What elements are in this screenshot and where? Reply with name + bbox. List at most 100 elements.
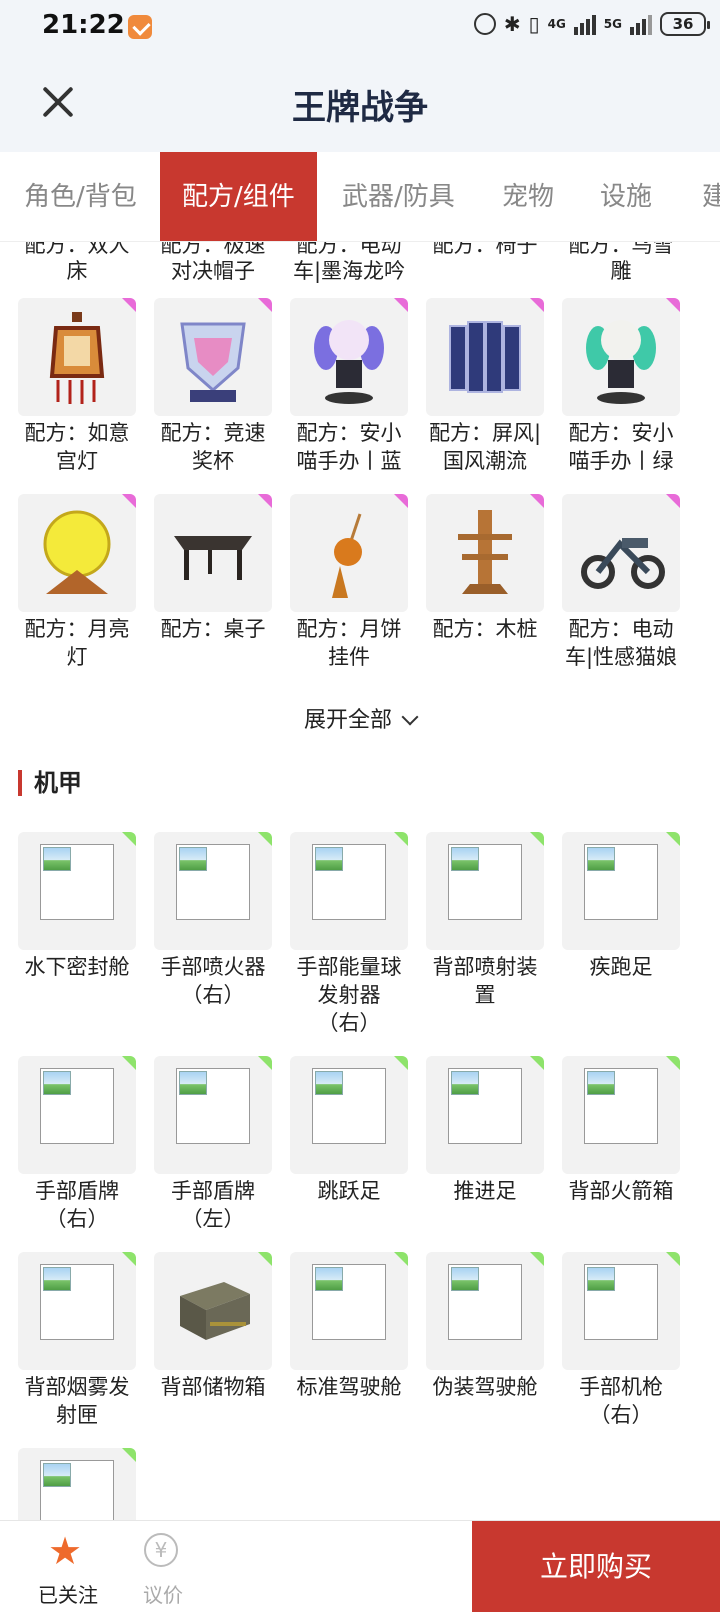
item-label: 背部储物箱 — [160, 1375, 266, 1399]
rarity-corner — [666, 298, 680, 312]
item-label: 配方：如意 — [24, 421, 130, 445]
item-label: 配方：竞速 — [160, 421, 266, 445]
rarity-corner — [530, 494, 544, 508]
screen-icon — [426, 298, 544, 416]
rarity-corner — [530, 1056, 544, 1070]
item-label: 手部能量球 — [296, 955, 402, 979]
follow-label: 已关注 — [38, 1583, 98, 1607]
item-label: 水下密封舱 — [24, 955, 130, 979]
item-label: 配方：木桩 — [432, 617, 538, 641]
item-label: 国风潮流 — [443, 449, 527, 473]
moon-lamp-icon — [18, 494, 136, 612]
app-notification-icon — [128, 15, 152, 39]
item-label: 疾跑足 — [589, 955, 653, 979]
rarity-corner — [530, 298, 544, 312]
signal-icon — [573, 13, 596, 35]
item-label: 奖杯 — [192, 449, 234, 473]
bluetooth-icon: ✱ — [503, 12, 521, 36]
expand-all-button[interactable]: 展开全部 — [0, 702, 720, 734]
rarity-corner — [258, 1252, 272, 1266]
wooden-dummy-icon — [426, 494, 544, 612]
table-icon — [154, 494, 272, 612]
category-tabs: 角色/背包 配方/组件 武器/防具 宠物 设施 建 — [0, 152, 720, 242]
bottom-action-bar: ★ 已关注 ¥ 议价 立即购买 — [0, 1520, 720, 1612]
item-label: 手部机枪 — [579, 1375, 663, 1399]
item-label: 配方：椅子 — [432, 242, 538, 257]
rarity-corner — [394, 298, 408, 312]
rarity-corner — [122, 298, 136, 312]
buy-now-button[interactable]: 立即购买 — [472, 1521, 720, 1612]
bargain-button[interactable]: ¥ 议价 — [128, 1529, 198, 1609]
item-label: 配方：屏风| — [428, 421, 542, 445]
rarity-corner — [394, 494, 408, 508]
rarity-corner — [666, 832, 680, 846]
item-label: 灯 — [66, 645, 88, 669]
tab-weapons-armor[interactable]: 武器/防具 — [342, 152, 455, 241]
broken-image-icon — [562, 832, 680, 950]
rarity-corner — [394, 1252, 408, 1266]
motorbike-icon — [562, 494, 680, 612]
broken-image-icon — [290, 832, 408, 950]
item-label: 手部盾牌 — [171, 1179, 255, 1203]
lantern-icon — [18, 298, 136, 416]
page-title: 王牌战争 — [292, 88, 428, 128]
yen-icon: ¥ — [144, 1533, 178, 1567]
broken-image-icon — [426, 1056, 544, 1174]
rarity-corner — [258, 298, 272, 312]
figure-green-icon — [562, 298, 680, 416]
tab-building[interactable]: 建 — [702, 152, 720, 241]
broken-image-icon — [562, 1252, 680, 1370]
broken-image-icon — [18, 1056, 136, 1174]
item-label: 置 — [474, 983, 496, 1007]
alarm-icon — [473, 13, 496, 35]
rarity-corner — [394, 832, 408, 846]
item-label: 配方：安小 — [568, 421, 674, 445]
network-5g-label: 5G — [603, 17, 622, 31]
vibrate-icon: ▯ — [528, 12, 540, 36]
tab-facilities[interactable]: 设施 — [600, 152, 652, 241]
item-label: 背部喷射装 — [432, 955, 538, 979]
status-bar: 21:22 ✱ ▯ 4G 5G 36 — [0, 0, 720, 52]
item-label: 配方：桌子 — [160, 617, 266, 641]
broken-image-icon — [426, 832, 544, 950]
broken-image-icon — [290, 1056, 408, 1174]
item-label: 喵手办丨蓝 — [296, 449, 402, 473]
item-label: 床 — [66, 259, 88, 283]
tab-character-bag[interactable]: 角色/背包 — [24, 152, 137, 241]
item-label: 手部盾牌 — [35, 1179, 119, 1203]
item-label: 车|性感猫娘 — [564, 645, 678, 669]
tab-recipe-components[interactable]: 配方/组件 — [160, 152, 317, 241]
rarity-corner — [122, 1252, 136, 1266]
rarity-corner — [122, 494, 136, 508]
item-label: 配方：安小 — [296, 421, 402, 445]
mooncake-pendant-icon — [290, 494, 408, 612]
item-label: 手部喷火器 — [160, 955, 266, 979]
item-label: 背部火箭箱 — [568, 1179, 674, 1203]
broken-image-icon — [154, 832, 272, 950]
item-label: （右） — [45, 1207, 109, 1231]
item-label: 背部烟雾发 — [24, 1375, 130, 1399]
rarity-corner — [258, 494, 272, 508]
storage-box-icon — [154, 1252, 272, 1370]
status-time: 21:22 — [42, 10, 125, 40]
item-label: （右） — [181, 983, 245, 1007]
expand-all-label: 展开全部 — [303, 708, 392, 733]
item-label: 射匣 — [56, 1403, 98, 1427]
broken-image-icon — [18, 1448, 136, 1520]
broken-image-icon — [562, 1056, 680, 1174]
item-label: 标准驾驶舱 — [296, 1375, 402, 1399]
item-label: 推进足 — [453, 1179, 517, 1203]
content-area[interactable]: 配方：双人 床 配方：极速 对决帽子 配方：电动 车|墨海龙吟 配方：椅子 配方… — [0, 242, 720, 1520]
item-label: 车|墨海龙吟 — [292, 259, 406, 283]
signal-icon-2 — [630, 13, 652, 35]
follow-button[interactable]: ★ 已关注 — [28, 1529, 108, 1609]
item-label: 喵手办丨绿 — [568, 449, 674, 473]
broken-image-icon — [290, 1252, 408, 1370]
item-label: 发射器 — [317, 983, 381, 1007]
star-icon: ★ — [48, 1529, 83, 1573]
broken-image-icon — [426, 1252, 544, 1370]
tab-pets[interactable]: 宠物 — [502, 152, 554, 241]
battery-icon: 36 — [660, 12, 710, 36]
item-label: （左） — [181, 1207, 245, 1231]
item-label: 宫灯 — [56, 449, 98, 473]
